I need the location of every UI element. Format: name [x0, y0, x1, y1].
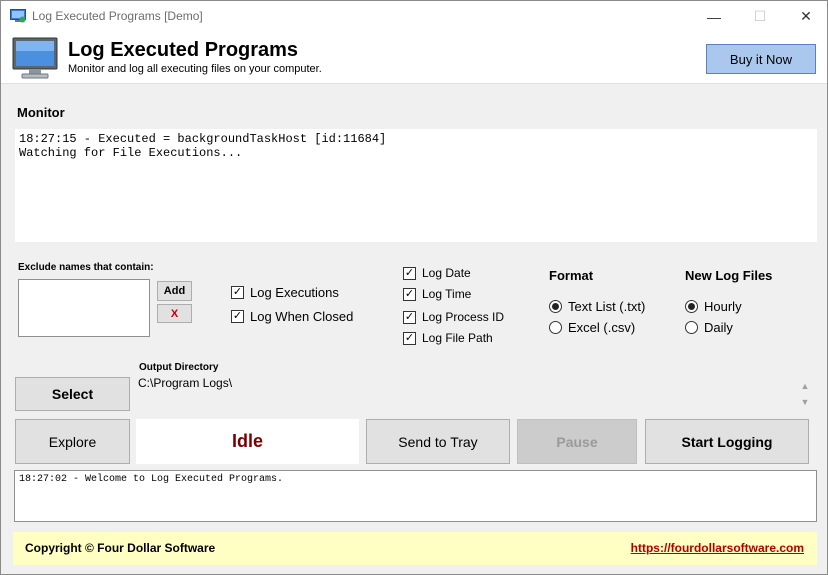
checkbox-check-icon: ✓ — [403, 266, 416, 280]
log-date-checkbox[interactable]: ✓ Log Date — [403, 266, 471, 280]
checkbox-label: Log When Closed — [250, 309, 354, 324]
checkbox-check-icon: ✓ — [231, 310, 244, 323]
checkbox-label: Log Date — [422, 266, 471, 280]
output-directory-path: C:\Program Logs\ — [138, 376, 233, 390]
select-button[interactable]: Select — [15, 377, 130, 411]
pause-button[interactable]: Pause — [517, 419, 637, 464]
hourly-radio[interactable]: Hourly — [685, 299, 742, 314]
format-title: Format — [549, 268, 594, 283]
buy-it-now-button[interactable]: Buy it Now — [706, 44, 816, 74]
checkbox-check-icon: ✓ — [403, 331, 416, 345]
monitor-label: Monitor — [17, 105, 65, 120]
title-bar[interactable]: Log Executed Programs [Demo] — ☐ ✕ — [1, 1, 827, 32]
footer-bar: Copyright © Four Dollar Software https:/… — [13, 532, 817, 565]
start-logging-button[interactable]: Start Logging — [645, 419, 809, 464]
radio-empty-icon — [549, 321, 562, 334]
radio-label: Text List (.txt) — [568, 299, 646, 314]
checkbox-check-icon: ✓ — [403, 310, 416, 324]
monitor-line: 18:27:15 - Executed = backgroundTaskHost… — [19, 132, 387, 146]
monitor-output[interactable]: 18:27:15 - Executed = backgroundTaskHost… — [15, 129, 817, 242]
new-log-files-title: New Log Files — [685, 268, 773, 283]
checkbox-label: Log Time — [422, 287, 472, 301]
maximize-button[interactable]: ☐ — [737, 1, 783, 32]
format-csv-radio[interactable]: Excel (.csv) — [549, 320, 635, 335]
radio-selected-icon — [685, 300, 698, 313]
radio-label: Excel (.csv) — [568, 320, 636, 335]
monitor-line: Watching for File Executions... — [19, 146, 243, 160]
app-header: Log Executed Programs Monitor and log al… — [1, 32, 827, 84]
daily-radio[interactable]: Daily — [685, 320, 733, 335]
event-log[interactable]: 18:27:02 - Welcome to Log Executed Progr… — [14, 470, 817, 522]
add-exclude-button[interactable]: Add — [157, 281, 192, 301]
checkbox-check-icon: ✓ — [403, 287, 416, 301]
checkbox-label: Log File Path — [422, 331, 493, 345]
app-title: Log Executed Programs — [68, 39, 299, 61]
copyright-text: Copyright © Four Dollar Software — [25, 541, 216, 555]
remove-exclude-button[interactable]: X — [157, 304, 192, 323]
scroll-up-icon[interactable]: ▲ — [798, 378, 812, 394]
exclude-names-list[interactable] — [18, 279, 150, 337]
minimize-button[interactable]: — — [691, 1, 737, 32]
close-button[interactable]: ✕ — [783, 1, 828, 32]
log-executions-checkbox[interactable]: ✓ Log Executions — [231, 285, 339, 300]
checkbox-label: Log Executions — [250, 285, 339, 300]
log-process-id-checkbox[interactable]: ✓ Log Process ID — [403, 310, 504, 324]
window-title: Log Executed Programs [Demo] — [32, 9, 203, 23]
checkbox-label: Log Process ID — [422, 310, 505, 324]
app-subtitle: Monitor and log all executing files on y… — [68, 63, 322, 75]
radio-label: Daily — [704, 320, 733, 335]
send-to-tray-button[interactable]: Send to Tray — [366, 419, 510, 464]
explore-button[interactable]: Explore — [15, 419, 130, 464]
log-time-checkbox[interactable]: ✓ Log Time — [403, 287, 471, 301]
checkbox-check-icon: ✓ — [231, 286, 244, 299]
status-indicator: Idle — [136, 419, 359, 464]
scroll-down-icon[interactable]: ▼ — [798, 394, 812, 410]
exclude-label: Exclude names that contain: — [18, 262, 154, 273]
radio-label: Hourly — [704, 299, 742, 314]
website-link[interactable]: https://fourdollarsoftware.com — [631, 541, 804, 555]
log-file-path-checkbox[interactable]: ✓ Log File Path — [403, 331, 493, 345]
radio-empty-icon — [685, 321, 698, 334]
format-txt-radio[interactable]: Text List (.txt) — [549, 299, 645, 314]
log-when-closed-checkbox[interactable]: ✓ Log When Closed — [231, 309, 353, 324]
radio-selected-icon — [549, 300, 562, 313]
output-directory-label: Output Directory — [139, 362, 219, 373]
log-line: 18:27:02 - Welcome to Log Executed Progr… — [19, 474, 284, 485]
app-window: Log Executed Programs [Demo] — ☐ ✕ Log E… — [0, 0, 828, 575]
monitor-app-icon — [10, 9, 26, 23]
output-scrollbar[interactable]: ▲ ▼ — [798, 378, 812, 411]
computer-monitor-icon — [12, 37, 58, 79]
